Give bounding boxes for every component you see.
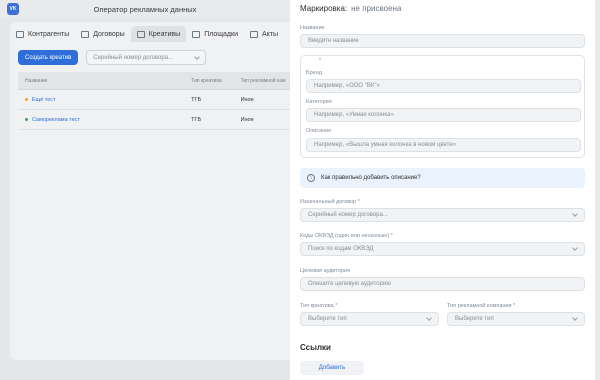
cell-campaign: Иное <box>240 96 254 103</box>
contract-select[interactable]: Серийный номер договора... <box>300 208 585 222</box>
document-icon <box>81 30 90 38</box>
marking-label: Маркировка: <box>300 4 348 13</box>
required-star: * <box>319 58 321 64</box>
brand-label: Бренд <box>306 70 322 76</box>
okved-select[interactable]: Поиск по кодам ОКВЭД <box>300 242 585 256</box>
name-placeholder: Введите название <box>308 38 359 44</box>
brand-input[interactable]: Например, «ООО "ВК"» <box>306 79 581 93</box>
chevron-down-icon <box>572 315 578 321</box>
creative-type-placeholder: Выберите тип <box>308 316 347 322</box>
cell-name: Самореклама тест <box>18 117 191 123</box>
tab-platforms[interactable]: Площадки <box>186 26 244 42</box>
creative-type-select[interactable]: Выберите тип <box>300 312 439 326</box>
title-bar: VK Оператор рекламных данных <box>0 0 290 18</box>
app-background: VK Оператор рекламных данных Контрагенты… <box>0 0 300 380</box>
contract-placeholder: Серийный номер договора... <box>308 212 388 218</box>
create-creative-button[interactable]: Создать креатив <box>18 50 79 65</box>
category-placeholder: Например, «Умная колонка» <box>314 112 394 118</box>
tab-contractors[interactable]: Контрагенты <box>10 26 75 42</box>
tab-label: Акты <box>261 30 279 38</box>
tab-label: Площадки <box>204 30 238 38</box>
description-placeholder: Например, «Вышла умная колонка в новом ц… <box>314 142 457 148</box>
column-header-type: Тип креатива <box>191 77 222 84</box>
status-dot-icon <box>25 98 28 101</box>
tab-label: Контрагенты <box>28 30 70 38</box>
tab-contracts[interactable]: Договоры <box>75 26 130 42</box>
chevron-down-icon <box>426 315 432 321</box>
add-link-button[interactable]: Добавить <box>300 361 364 375</box>
audience-placeholder: Опишите целевую аудиторию <box>308 281 391 287</box>
vk-logo-icon: VK <box>7 3 19 15</box>
description-label: Описание <box>306 128 332 134</box>
brand-placeholder: Например, «ООО "ВК"» <box>314 83 380 89</box>
table-row[interactable]: Самореклама тест ТГБ Иное <box>18 110 290 130</box>
creative-link[interactable]: Самореклама тест <box>32 117 80 123</box>
audience-label: Целевая аудитория <box>300 268 351 274</box>
tab-label: Договоры <box>93 30 125 38</box>
cell-name: Ещё тест <box>18 97 191 103</box>
campaign-type-label: Тип рекламной компании * <box>447 303 516 309</box>
category-input[interactable]: Например, «Умная колонка» <box>306 108 581 122</box>
table-row[interactable]: Ещё тест ТГБ Иное <box>18 90 290 110</box>
act-icon <box>249 30 258 38</box>
contract-filter-placeholder: Серийный номер договора... <box>93 54 174 61</box>
tab-label: Креативы <box>148 30 181 38</box>
chevron-down-icon <box>572 211 578 217</box>
app-title: Оператор рекламных данных <box>93 4 197 14</box>
status-dot-icon <box>25 118 28 121</box>
toolbar: Создать креатив Серийный номер договора.… <box>18 50 207 65</box>
description-help-banner[interactable]: i Как правильно добавить описание? <box>300 168 585 188</box>
cell-type: ТГБ <box>191 116 202 123</box>
creative-type-label: Тип креатива * <box>300 303 338 309</box>
main-tabs: Контрагенты Договоры Креативы Площадки А… <box>10 26 284 42</box>
campaign-type-select[interactable]: Выберите тип <box>447 312 585 326</box>
creative-form-panel: Маркировка: не присвоена Название Введит… <box>290 0 595 380</box>
description-input[interactable]: Например, «Вышла умная колонка в новом ц… <box>306 138 581 152</box>
creative-link[interactable]: Ещё тест <box>32 97 56 103</box>
info-icon: i <box>307 174 315 182</box>
info-text: Как правильно добавить описание? <box>321 175 421 181</box>
contract-filter-select[interactable]: Серийный номер договора... <box>86 50 207 65</box>
cell-campaign: Иное <box>240 116 254 123</box>
tab-creatives[interactable]: Креативы <box>130 26 187 42</box>
marking-heading: Маркировка: не присвоена <box>300 4 401 13</box>
chevron-down-icon <box>194 53 201 60</box>
okved-placeholder: Поиск по кодам ОКВЭД <box>308 246 374 252</box>
column-header-campaign: Тип рекламной кам <box>240 77 286 84</box>
scrollbar[interactable] <box>595 0 600 380</box>
category-label: Категория <box>306 99 332 105</box>
image-icon <box>136 30 145 38</box>
okved-label: Коды ОКВЭД (один или несколько) * <box>300 233 393 239</box>
people-icon <box>16 30 24 38</box>
column-header-name: Название <box>25 77 48 84</box>
cell-type: ТГБ <box>191 96 202 103</box>
links-heading: Ссылки <box>300 343 331 352</box>
campaign-type-placeholder: Выберите тип <box>455 316 494 322</box>
table-header: Название Тип креатива Тип рекламной кам <box>18 72 290 90</box>
creatives-table: Название Тип креатива Тип рекламной кам … <box>18 72 290 130</box>
name-label: Название <box>300 25 325 31</box>
tab-acts[interactable]: Акты <box>244 26 284 42</box>
marking-value: не присвоена <box>351 4 402 13</box>
megaphone-icon <box>192 30 201 38</box>
chevron-down-icon <box>572 245 578 251</box>
name-input[interactable]: Введите название <box>300 34 585 48</box>
contract-label: Изначальный договор * <box>300 199 360 205</box>
audience-input[interactable]: Опишите целевую аудиторию <box>300 277 585 291</box>
